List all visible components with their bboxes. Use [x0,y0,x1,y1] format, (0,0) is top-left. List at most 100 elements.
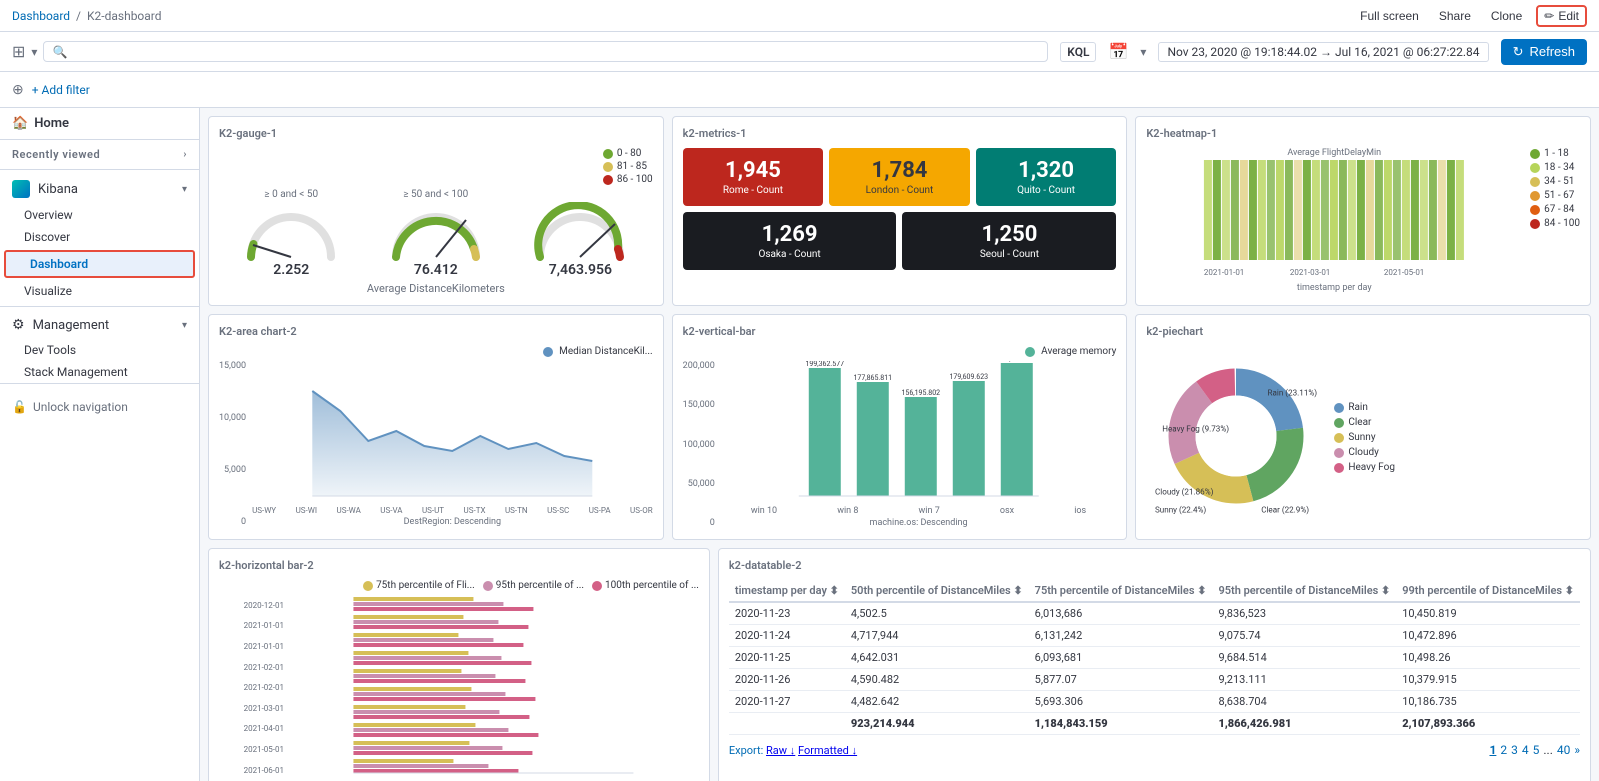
gauge-svg-2 [530,202,630,262]
metrics-bottom-row: 1,269 Osaka - Count 1,250 Seoul - Count [683,212,1117,270]
date-chevron[interactable]: ▾ [1140,45,1146,59]
hbar-panel: k2-horizontal bar-2 75th percentile of F… [208,548,710,781]
edit-button[interactable]: ✏ Edit [1536,5,1587,27]
area-chart-title: K2-area chart-2 [219,325,653,338]
export-formatted-link[interactable]: Formatted ↓ [798,744,857,757]
cell-95-0: 9,836,523 [1212,602,1396,625]
heatmap-dot-2 [1530,177,1540,187]
sidebar: 🏠 Home Recently viewed › Kibana ▾ Overvi… [0,108,200,781]
page-3[interactable]: 3 [1511,743,1518,757]
gauge-1-item-1: ≥ 50 and < 100 76.412 [386,189,486,278]
sidebar-management[interactable]: ⚙ Management ▾ [0,311,199,339]
sidebar-item-dashboard[interactable]: Dashboard [4,250,195,278]
datatable-panel: k2-datatable-2 timestamp per day ⬍ 50th … [718,548,1591,781]
legend-dot-1 [603,162,613,172]
page-1[interactable]: 1 [1489,743,1496,757]
vbar-y-axis: 200,000150,000100,00050,0000 [683,361,717,528]
cell-99-0: 10,450.819 [1396,602,1580,625]
metric-london-label: London - Count [839,185,960,196]
hbar-title: k2-horizontal bar-2 [219,559,699,572]
heatmap-legend: 1 - 18 18 - 34 34 - 51 51 - 67 [1530,148,1580,293]
pie-dot-clear [1334,418,1344,428]
sidebar-item-discover[interactable]: Discover [0,226,199,248]
date-range[interactable]: Nov 23, 2020 @ 19:18:44.02 → Jul 16, 202… [1158,42,1488,62]
gauge-value-0: 2.252 [273,262,309,278]
add-filter-button[interactable]: + Add filter [32,83,90,97]
table-row-totals: 923,214.944 1,184,843.159 1,866,426.981 … [729,713,1580,735]
edit-icon: ✏ [1544,9,1554,23]
unlock-navigation-button[interactable]: 🔓 Unlock navigation [12,396,187,418]
cell-50-1: 4,717,944 [845,625,1029,647]
pie-panel: k2-piechart [1135,314,1591,540]
heatmap-dot-3 [1530,191,1540,201]
hbar-svg [288,595,699,775]
heatmap-inner: Average FlightDelayMin /* SVG columns re… [1146,148,1580,293]
svg-text:Sunny (22.4%): Sunny (22.4%) [1155,505,1206,515]
cell-50-4: 4,482.642 [845,691,1029,713]
table-row: 2020-11-23 4,502.5 6,013,686 9,836,523 1… [729,602,1580,625]
cell-50-2: 4,642.031 [845,647,1029,669]
fullscreen-button[interactable]: Full screen [1354,7,1425,25]
refresh-button[interactable]: ↻ Refresh [1501,39,1587,65]
sidebar-home[interactable]: 🏠 Home [0,108,199,140]
metric-osaka-label: Osaka - Count [693,249,887,260]
heatmap-label-0: 1 - 18 [1544,148,1569,159]
gauge-1-item-0: ≥ 0 and < 50 2.252 [241,189,341,278]
sidebar-kibana[interactable]: Kibana ▾ [0,174,199,204]
sidebar-item-stack-management[interactable]: Stack Management [0,361,199,383]
sidebar-item-overview[interactable]: Overview [0,204,199,226]
vbar-x-label: machine.os: Descending [721,518,1117,528]
row-1: K2-gauge-1 0 - 80 81 - 85 86 [208,116,1591,306]
management-chevron: ▾ [182,320,187,331]
col-header-4[interactable]: 99th percentile of DistanceMiles ⬍ [1396,580,1580,602]
export-raw-link[interactable]: Raw ↓ [766,744,795,757]
pie-dot-fog [1334,463,1344,473]
cell-75-3: 5,877.07 [1029,669,1213,691]
area-chart-body: 15,000 10,000 5,000 0 [219,361,653,527]
col-header-2[interactable]: 75th percentile of DistanceMiles ⬍ [1029,580,1213,602]
page-next[interactable]: » [1574,743,1580,757]
search-bar[interactable]: 🔍 Rome [43,41,1048,62]
pie-body: Rain (23.11%) Heavy Fog (9.73%) Cloudy (… [1146,346,1580,529]
sidebar-item-devtools[interactable]: Dev Tools [0,339,199,361]
page-2[interactable]: 2 [1500,743,1507,757]
svg-text:2021-01-01: 2021-01-01 [1204,268,1244,277]
datatable-title: k2-datatable-2 [729,559,1580,572]
pie-legend-fog: Heavy Fog [1334,462,1395,473]
heatmap-legend-0: 1 - 18 [1530,148,1580,159]
col-header-0[interactable]: timestamp per day ⬍ [729,580,845,602]
breadcrumb-dashboard[interactable]: Dashboard [12,9,70,23]
pie-dot-sunny [1334,433,1344,443]
pie-title: k2-piechart [1146,325,1580,338]
cell-99-4: 10,186.735 [1396,691,1580,713]
sidebar-recently-viewed[interactable]: Recently viewed › [0,140,199,165]
cell-date-1: 2020-11-24 [729,625,845,647]
pie-legend-clear: Clear [1334,417,1395,428]
svg-text:2021-05-01: 2021-05-01 [1384,268,1424,277]
search-input[interactable]: Rome [73,44,1039,59]
calendar-icon[interactable]: 📅 [1108,42,1128,61]
svg-text:Cloudy (21.86%): Cloudy (21.86%) [1155,487,1214,497]
table-row: 2020-11-26 4,590.482 5,877.07 9,213.111 … [729,669,1580,691]
cell-date-3: 2020-11-26 [729,669,845,691]
share-button[interactable]: Share [1433,7,1477,25]
legend-dot-0 [603,149,613,159]
home-label: Home [34,116,69,131]
datatable: timestamp per day ⬍ 50th percentile of D… [729,580,1580,735]
gauge-1-title: K2-gauge-1 [219,127,653,140]
gauge-subtitle-1: ≥ 50 and < 100 [403,189,468,200]
col-header-3[interactable]: 95th percentile of DistanceMiles ⬍ [1212,580,1396,602]
col-header-1[interactable]: 50th percentile of DistanceMiles ⬍ [845,580,1029,602]
area-chart-svg [252,361,653,501]
legend-item-0: 0 - 80 [603,148,653,159]
page-40[interactable]: 40 [1557,743,1571,757]
heatmap-legend-4: 67 - 84 [1530,204,1580,215]
kql-label[interactable]: KQL [1060,42,1096,62]
sidebar-item-visualize[interactable]: Visualize [0,280,199,302]
heatmap-dot-5 [1530,219,1540,229]
page-4[interactable]: 4 [1522,743,1529,757]
y-tick-1: 10,000 [219,413,246,423]
row-2: K2-area chart-2 Median DistanceKil... 15… [208,314,1591,540]
clone-button[interactable]: Clone [1485,7,1528,25]
page-5[interactable]: 5 [1533,743,1540,757]
